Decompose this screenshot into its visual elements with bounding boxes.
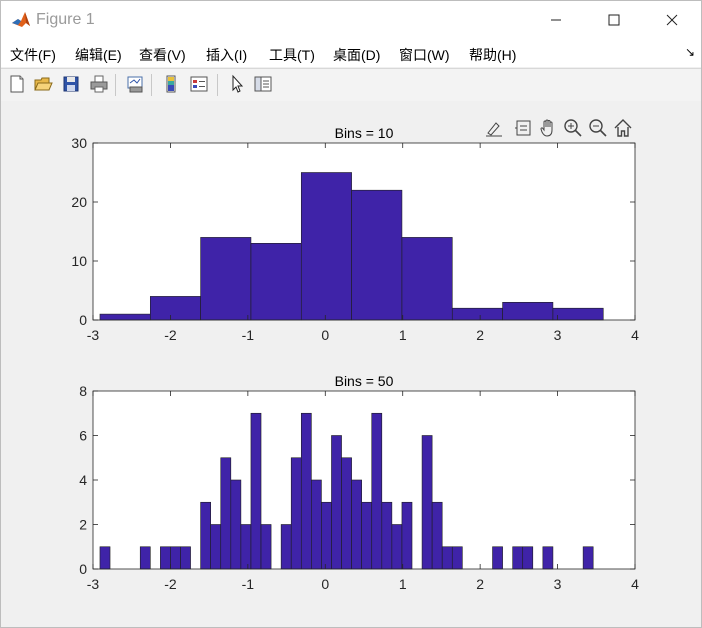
property-inspector-button[interactable] — [251, 72, 275, 96]
edit-plot-arrow-icon — [232, 74, 244, 93]
figure-window: Figure 1 文件(F) 编辑(E) 查看(V) 插入(I) 工具(T) 桌… — [0, 0, 702, 628]
brush-button[interactable] — [483, 117, 505, 139]
menu-view[interactable]: 查看(V) — [139, 45, 186, 65]
restore-view-home-icon — [614, 119, 632, 137]
open-file-button[interactable] — [31, 72, 55, 96]
link-plot-icon — [127, 76, 143, 93]
menu-bar: 文件(F) 编辑(E) 查看(V) 插入(I) 工具(T) 桌面(D) 窗口(W… — [1, 39, 701, 67]
window-title: Figure 1 — [36, 11, 95, 28]
toolbar-separator — [115, 74, 116, 96]
insert-colorbar-button[interactable] — [159, 72, 183, 96]
zoom-out-icon — [589, 119, 607, 137]
save-button[interactable] — [59, 72, 83, 96]
title-bar: Figure 1 — [1, 1, 701, 39]
brush-icon — [486, 122, 502, 137]
menu-insert[interactable]: 插入(I) — [206, 45, 247, 65]
toolbar-separator — [217, 74, 218, 96]
zoom-out-button[interactable] — [587, 117, 609, 139]
link-plot-button[interactable] — [123, 72, 147, 96]
minimize-button[interactable] — [533, 1, 579, 39]
pan-hand-icon — [540, 119, 553, 137]
close-icon — [666, 14, 678, 26]
open-file-icon — [34, 77, 53, 91]
property-inspector-icon — [254, 76, 272, 92]
new-figure-icon — [10, 75, 24, 93]
menu-tools[interactable]: 工具(T) — [269, 45, 315, 65]
data-tips-button[interactable] — [512, 117, 534, 139]
maximize-button[interactable] — [591, 1, 637, 39]
minimize-icon — [551, 19, 561, 21]
zoom-in-button[interactable] — [562, 117, 584, 139]
menu-window[interactable]: 窗口(W) — [399, 45, 450, 65]
close-button[interactable] — [649, 1, 695, 39]
menu-desktop[interactable]: 桌面(D) — [333, 45, 380, 65]
insert-legend-button[interactable] — [187, 72, 211, 96]
menu-file[interactable]: 文件(F) — [10, 45, 56, 65]
menu-help[interactable]: 帮助(H) — [469, 45, 516, 65]
dock-figure-icon[interactable]: ↘ — [685, 45, 695, 59]
matlab-logo-icon — [11, 10, 31, 30]
menu-edit[interactable]: 编辑(E) — [75, 45, 122, 65]
edit-plot-button[interactable] — [225, 72, 249, 96]
toolbar-separator — [151, 74, 152, 96]
insert-legend-icon — [190, 76, 208, 92]
print-icon — [90, 75, 108, 93]
save-icon — [63, 76, 79, 92]
data-tips-icon — [515, 120, 531, 136]
maximize-icon — [608, 14, 620, 26]
print-button[interactable] — [87, 72, 111, 96]
new-figure-button[interactable] — [5, 72, 29, 96]
zoom-in-icon — [564, 119, 582, 137]
restore-view-button[interactable] — [612, 117, 634, 139]
pan-button[interactable] — [537, 117, 559, 139]
figure-canvas — [1, 101, 701, 627]
insert-colorbar-icon — [166, 75, 176, 93]
figure-toolbar — [1, 68, 701, 102]
